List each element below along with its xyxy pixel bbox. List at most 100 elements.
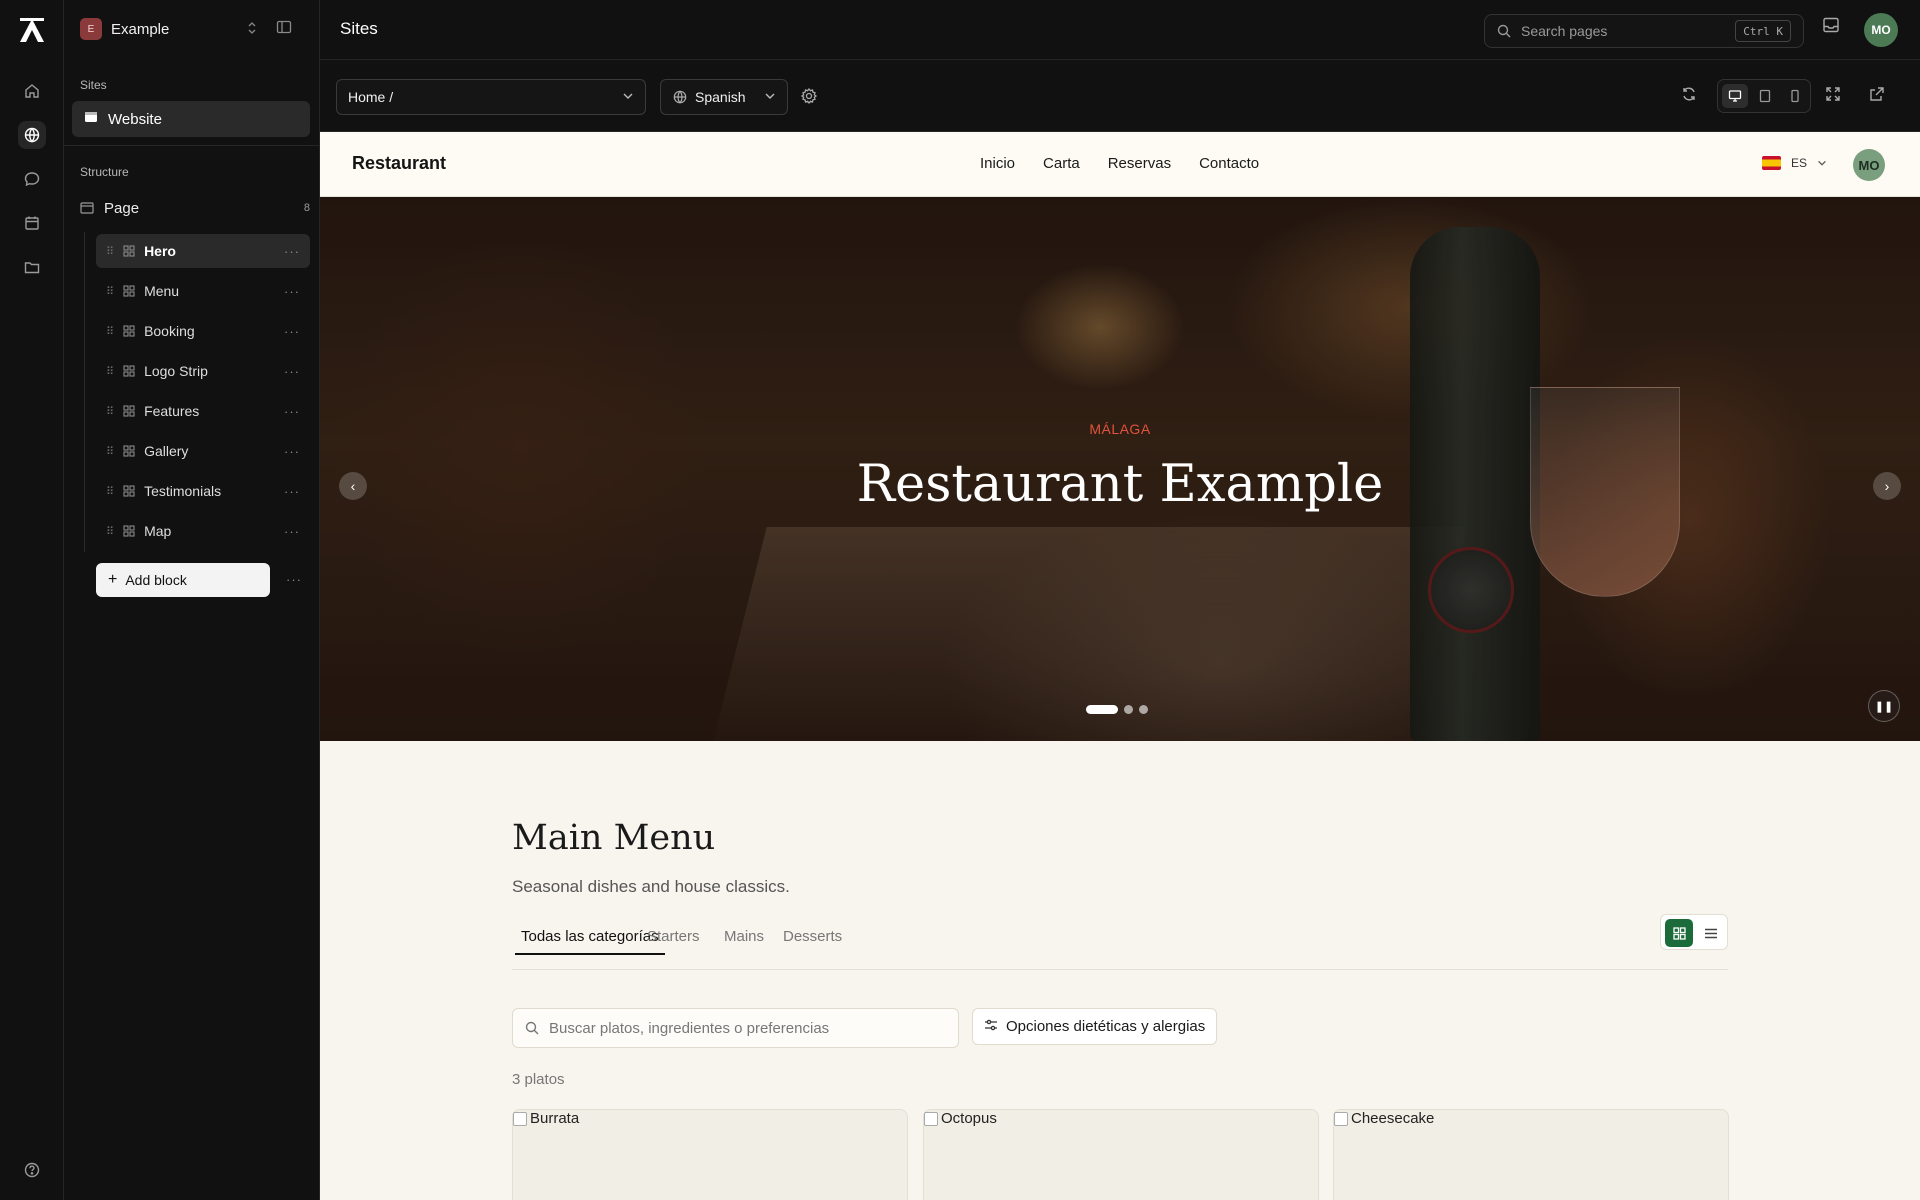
- dish-image-broken: Cheesecake: [1334, 1110, 1434, 1127]
- search-input[interactable]: Search pages Ctrl K: [1484, 14, 1804, 48]
- home-icon[interactable]: [18, 77, 46, 105]
- tab-mains[interactable]: Mains: [718, 922, 770, 953]
- workspace-switcher[interactable]: E Example: [80, 16, 300, 42]
- carousel-dots: [1086, 705, 1148, 714]
- block-item[interactable]: ⠿ Features ···: [96, 394, 310, 428]
- tablet-view-icon[interactable]: [1752, 84, 1778, 108]
- block-item[interactable]: ⠿ Hero ···: [96, 234, 310, 268]
- desktop-view-icon[interactable]: [1722, 84, 1748, 108]
- dish-card[interactable]: Burrata: [512, 1109, 908, 1200]
- drag-handle-icon[interactable]: ⠿: [106, 445, 114, 458]
- carousel-prev-icon[interactable]: ‹: [339, 472, 367, 500]
- site-preview: Restaurant Inicio Carta Reservas Contact…: [320, 132, 1920, 1200]
- nav-link-carta[interactable]: Carta: [1043, 155, 1080, 172]
- calendar-icon[interactable]: [18, 209, 46, 237]
- block-label: Menu: [144, 283, 180, 299]
- page-select[interactable]: Home /: [336, 79, 646, 115]
- search-placeholder: Search pages: [1521, 23, 1608, 39]
- block-item[interactable]: ⠿ Testimonials ···: [96, 474, 310, 508]
- more-options-icon[interactable]: ···: [284, 444, 300, 459]
- settings-gear-icon[interactable]: [800, 87, 818, 110]
- hero-carousel: MÁLAGA Restaurant Example ‹ › ❚❚: [320, 197, 1920, 741]
- page-node[interactable]: Page 8: [80, 196, 310, 220]
- drag-handle-icon[interactable]: ⠿: [106, 245, 114, 258]
- tab-desserts[interactable]: Desserts: [777, 922, 848, 953]
- block-item[interactable]: ⠿ Gallery ···: [96, 434, 310, 468]
- inbox-icon[interactable]: [1822, 16, 1840, 39]
- drag-handle-icon[interactable]: ⠿: [106, 525, 114, 538]
- block-item[interactable]: ⠿ Map ···: [96, 514, 310, 548]
- more-options-icon[interactable]: ···: [284, 364, 300, 379]
- dish-search-input[interactable]: Buscar platos, ingredientes o preferenci…: [512, 1008, 959, 1048]
- fullscreen-icon[interactable]: [1825, 86, 1841, 107]
- filter-sliders-icon: [984, 1018, 998, 1036]
- more-options-icon[interactable]: ···: [284, 404, 300, 419]
- more-options-icon[interactable]: ···: [284, 284, 300, 299]
- pause-icon[interactable]: ❚❚: [1868, 690, 1900, 722]
- block-label: Map: [144, 523, 172, 539]
- user-avatar[interactable]: MO: [1864, 13, 1898, 47]
- drag-handle-icon[interactable]: ⠿: [106, 365, 114, 378]
- hero-title: Restaurant Example: [856, 455, 1384, 514]
- more-options-icon[interactable]: ···: [284, 524, 300, 539]
- add-block-button[interactable]: + Add block: [96, 563, 270, 597]
- refresh-icon[interactable]: [1681, 86, 1697, 107]
- block-item[interactable]: ⠿ Menu ···: [96, 274, 310, 308]
- device-switcher: [1717, 79, 1811, 113]
- sidebar-item-website[interactable]: Website: [72, 101, 310, 137]
- search-shortcut: Ctrl K: [1735, 20, 1791, 42]
- language-select[interactable]: Spanish: [660, 79, 788, 115]
- restaurant-user-avatar[interactable]: MO: [1853, 149, 1885, 181]
- drag-handle-icon[interactable]: ⠿: [106, 325, 114, 338]
- broken-image-icon: [513, 1111, 527, 1126]
- spain-flag-icon[interactable]: [1762, 156, 1781, 170]
- mobile-view-icon[interactable]: [1782, 84, 1808, 108]
- block-item[interactable]: ⠿ Booking ···: [96, 314, 310, 348]
- structure-section-label: Structure: [80, 165, 129, 179]
- page-label: Page: [104, 199, 140, 217]
- carousel-dot[interactable]: [1139, 705, 1148, 714]
- page-title: Sites: [340, 19, 378, 38]
- dish-image-broken: Octopus: [924, 1110, 997, 1127]
- dish-card[interactable]: Octopus: [923, 1109, 1319, 1200]
- hero-kicker: MÁLAGA: [1089, 421, 1151, 437]
- page-select-value: Home /: [348, 89, 394, 105]
- help-icon[interactable]: [18, 1156, 46, 1184]
- carousel-dot[interactable]: [1086, 705, 1118, 714]
- more-options-icon[interactable]: ···: [284, 484, 300, 499]
- add-block-label: Add block: [125, 572, 187, 588]
- dish-card[interactable]: Cheesecake: [1333, 1109, 1729, 1200]
- nav-link-inicio[interactable]: Inicio: [980, 155, 1015, 172]
- dietary-options-button[interactable]: Opciones dietéticas y alergias: [972, 1008, 1218, 1045]
- more-options-icon[interactable]: ···: [284, 324, 300, 339]
- block-label: Testimonials: [144, 483, 222, 499]
- drag-handle-icon[interactable]: ⠿: [106, 485, 114, 498]
- dish-count: 3 platos: [512, 1071, 565, 1088]
- language-code[interactable]: ES: [1791, 156, 1807, 170]
- more-options-icon[interactable]: ···: [286, 572, 302, 587]
- tab-starters[interactable]: Starters: [641, 922, 706, 953]
- sidebar-item-label: Website: [108, 110, 162, 128]
- list-view-icon[interactable]: [1697, 919, 1725, 947]
- globe-icon[interactable]: [18, 121, 46, 149]
- drag-handle-icon[interactable]: ⠿: [106, 405, 114, 418]
- nav-link-reservas[interactable]: Reservas: [1108, 155, 1171, 172]
- chevron-down-icon: [1816, 156, 1828, 174]
- block-item[interactable]: ⠿ Logo Strip ···: [96, 354, 310, 388]
- open-external-icon[interactable]: [1869, 86, 1885, 107]
- carousel-dot[interactable]: [1124, 705, 1133, 714]
- chat-icon[interactable]: [18, 165, 46, 193]
- dish-image-broken: Burrata: [513, 1110, 579, 1127]
- folder-icon[interactable]: [18, 253, 46, 281]
- nav-link-contacto[interactable]: Contacto: [1199, 155, 1259, 172]
- grid-view-icon[interactable]: [1665, 919, 1693, 947]
- block-grid-icon: [123, 485, 135, 497]
- sidebar-toggle-icon[interactable]: [276, 19, 292, 40]
- block-grid-icon: [123, 525, 135, 537]
- chevron-up-down-icon: [246, 20, 258, 41]
- carousel-next-icon[interactable]: ›: [1873, 472, 1901, 500]
- more-options-icon[interactable]: ···: [284, 244, 300, 259]
- restaurant-brand[interactable]: Restaurant: [352, 153, 446, 174]
- drag-handle-icon[interactable]: ⠿: [106, 285, 114, 298]
- app-logo-icon[interactable]: [18, 16, 46, 44]
